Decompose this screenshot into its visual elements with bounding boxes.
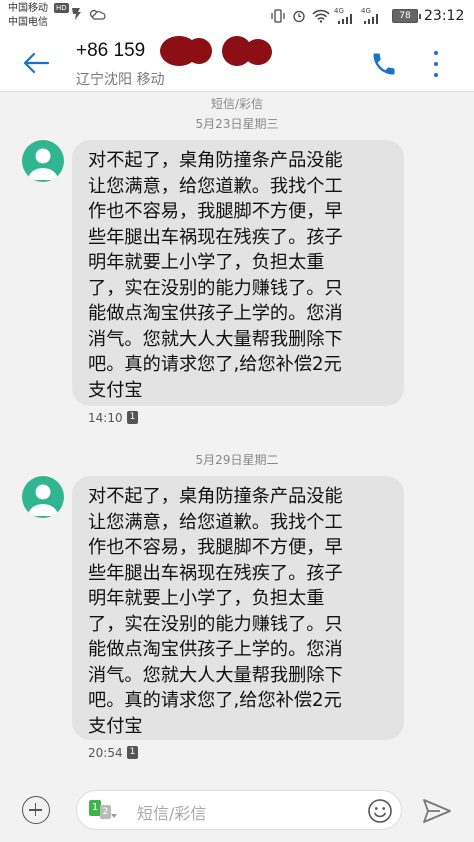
call-button[interactable]	[370, 50, 400, 80]
status-clock: 23:12	[424, 8, 465, 24]
phone-icon	[373, 53, 395, 75]
send-icon	[423, 799, 451, 823]
date-separator: 5月23日星期三	[195, 117, 279, 131]
battery-indicator: 78	[392, 9, 421, 23]
back-arrow-icon	[23, 52, 50, 74]
contact-avatar[interactable]	[22, 140, 64, 182]
message-bubble[interactable]: 对不起了，桌角防撞条产品没能 让您满意，给您道歉。我找个工 作也不容易，我腿脚不…	[72, 140, 404, 406]
wifi-icon	[312, 9, 330, 26]
redaction-mark	[186, 38, 212, 64]
alarm-icon	[292, 9, 306, 26]
message-input[interactable]: 1 2 短信/彩信	[76, 790, 402, 830]
status-bar: 中国移动 HD 中国电信 4G 4G 78 23:12	[0, 0, 474, 34]
message-time: 14:10	[88, 411, 123, 425]
carrier-1-label: 中国移动	[8, 3, 48, 14]
carrier-2-label: 中国电信	[8, 17, 48, 28]
send-button[interactable]	[422, 798, 452, 824]
more-dot-icon	[434, 51, 438, 55]
date-separator: 5月29日星期二	[195, 453, 279, 467]
emoji-icon	[368, 799, 392, 823]
compose-bar: 1 2 短信/彩信	[0, 778, 474, 842]
sim-select-button[interactable]: 1 2	[89, 800, 117, 820]
contact-location: 辽宁沈阳 移动	[76, 72, 165, 88]
message-input-placeholder: 短信/彩信	[137, 804, 207, 823]
chevron-down-icon	[111, 814, 117, 818]
redaction-mark	[244, 39, 272, 65]
person-icon	[28, 148, 58, 180]
notification-icon	[70, 6, 82, 23]
more-options-button[interactable]	[426, 48, 446, 80]
weather-icon	[88, 8, 106, 25]
message-time: 20:54	[88, 746, 123, 760]
vibrate-icon	[270, 9, 286, 26]
contact-avatar[interactable]	[22, 476, 64, 518]
more-dot-icon	[434, 73, 438, 77]
contact-number-start: +86 159	[76, 40, 146, 61]
back-button[interactable]	[18, 48, 54, 78]
person-icon	[28, 484, 58, 516]
message-bubble[interactable]: 对不起了，桌角防撞条产品没能 让您满意，给您道歉。我找个工 作也不容易，我腿脚不…	[72, 476, 404, 740]
conversation-header: +86 1591 辽宁沈阳 移动	[0, 34, 474, 92]
sim-badge: 1	[127, 411, 138, 424]
signal-2-icon	[362, 13, 380, 28]
emoji-button[interactable]	[367, 798, 393, 824]
add-attachment-button[interactable]	[22, 796, 50, 824]
more-dot-icon	[434, 62, 438, 66]
sim-badge: 1	[127, 746, 138, 759]
conversation-type-label: 短信/彩信	[210, 97, 264, 111]
signal-1-icon	[336, 13, 354, 28]
sim-2-icon: 2	[100, 805, 111, 819]
hd-badge: HD	[54, 3, 69, 13]
